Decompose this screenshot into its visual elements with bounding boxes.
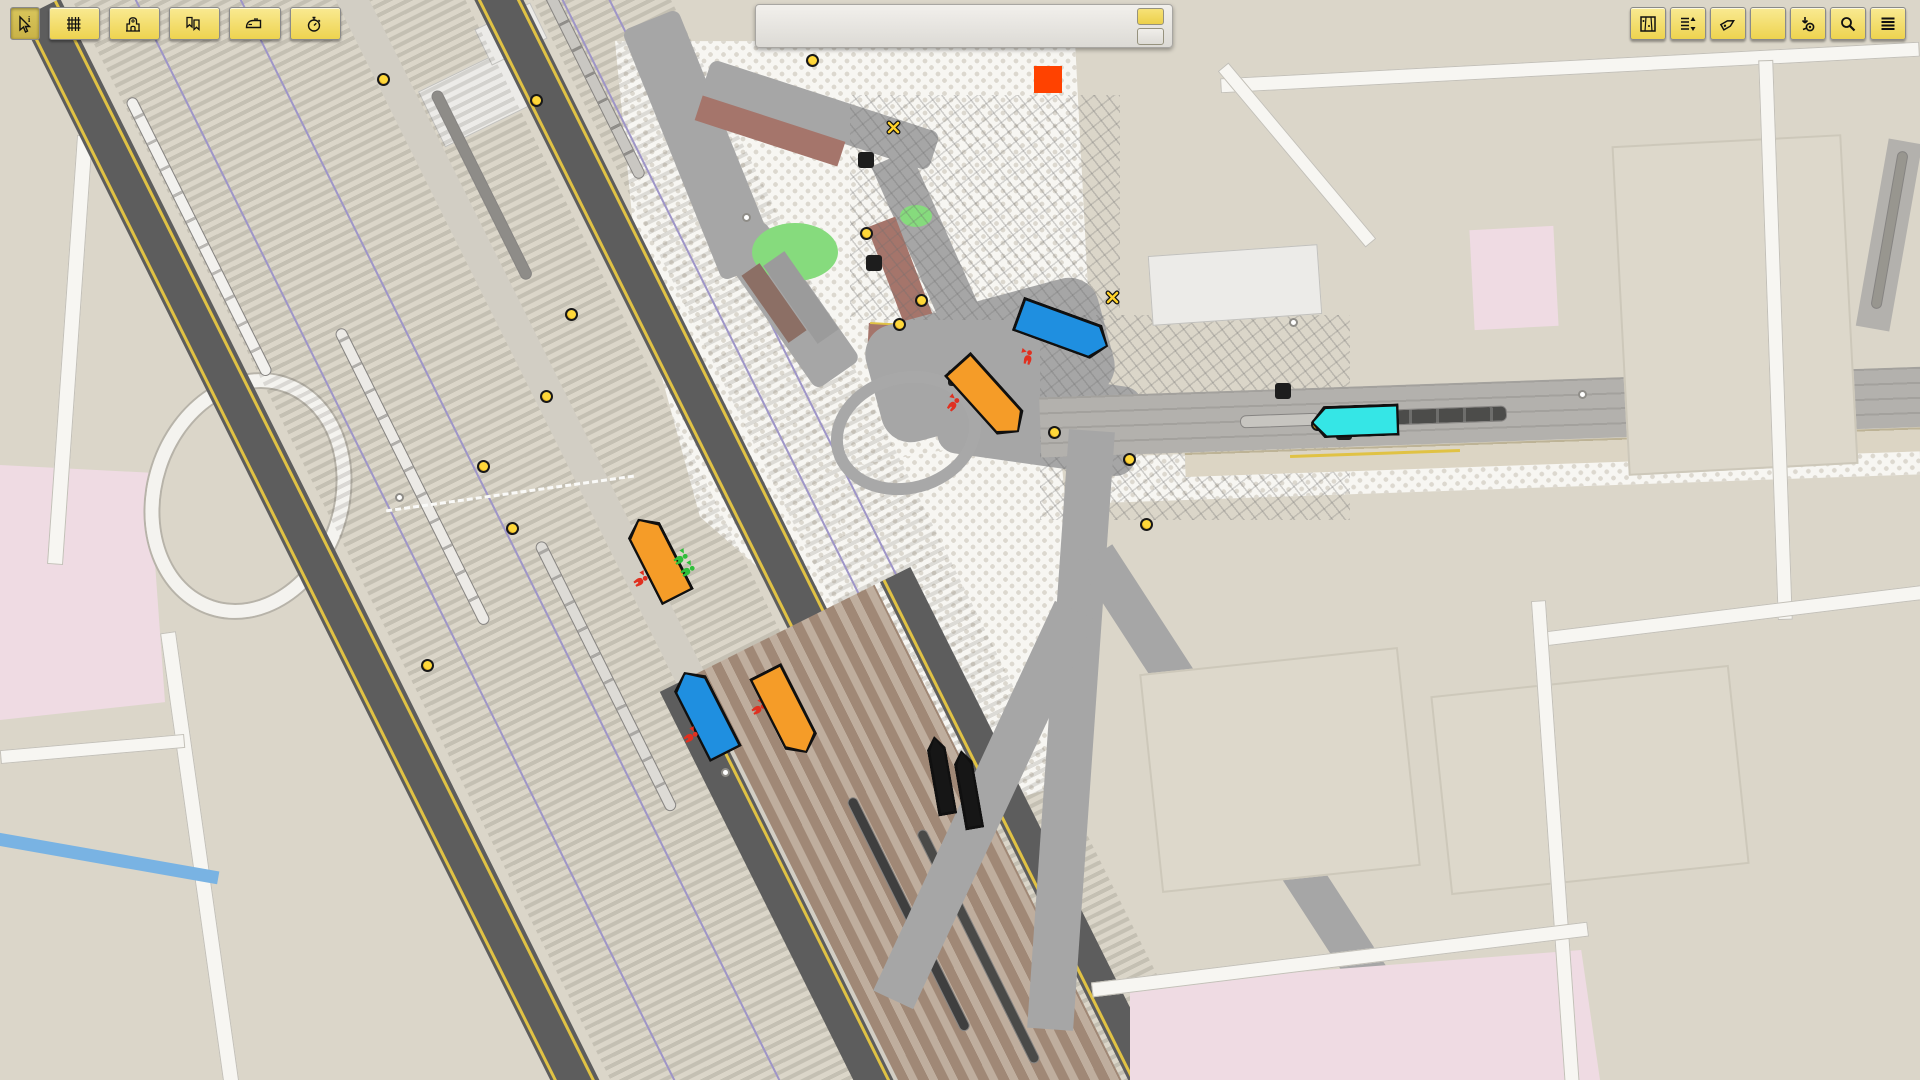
speed-up-button[interactable] bbox=[1137, 8, 1164, 25]
trains-icon bbox=[244, 15, 263, 33]
search-icon bbox=[1838, 14, 1858, 34]
schedules-button[interactable] bbox=[290, 7, 341, 40]
stations-icon bbox=[124, 15, 142, 33]
rail-crossing-icon[interactable] bbox=[886, 120, 901, 135]
road-segment bbox=[160, 631, 240, 1080]
line-order-icon bbox=[1678, 14, 1698, 34]
building bbox=[1148, 244, 1322, 326]
secondary-toolbar bbox=[1630, 7, 1906, 40]
svg-text:i: i bbox=[28, 15, 31, 24]
chevron-up-sign bbox=[858, 152, 874, 168]
road-segment bbox=[1541, 584, 1920, 646]
menu-icon bbox=[1878, 14, 1898, 34]
node-dot[interactable] bbox=[721, 768, 730, 777]
signal-icon[interactable] bbox=[1048, 426, 1061, 439]
pink-area-left bbox=[0, 465, 165, 720]
map-overlays-icon bbox=[1638, 14, 1658, 34]
tag-button[interactable] bbox=[1710, 7, 1746, 40]
lines-button[interactable] bbox=[169, 7, 220, 40]
tag-icon bbox=[1718, 14, 1738, 34]
stations-button[interactable] bbox=[109, 7, 160, 40]
node-dot[interactable] bbox=[742, 213, 751, 222]
signal-icon[interactable] bbox=[477, 460, 490, 473]
signal-icon[interactable] bbox=[915, 294, 928, 307]
city-block bbox=[1612, 134, 1859, 476]
chevron-up-sign bbox=[866, 255, 882, 271]
signal-icon[interactable] bbox=[506, 522, 519, 535]
line-order-button[interactable] bbox=[1670, 7, 1706, 40]
signal-icon[interactable] bbox=[377, 73, 390, 86]
speed-down-button[interactable] bbox=[1137, 28, 1164, 45]
chevron-right-sign bbox=[1275, 383, 1291, 399]
menu-button[interactable] bbox=[1870, 7, 1906, 40]
cursor-info-icon: i bbox=[16, 15, 34, 33]
signal-icon[interactable] bbox=[893, 318, 906, 331]
map-canvas[interactable] bbox=[0, 0, 1920, 1080]
steam-workshop-icon bbox=[1798, 14, 1818, 34]
road-segment bbox=[1218, 62, 1377, 247]
status-panel bbox=[755, 4, 1173, 48]
signal-icon[interactable] bbox=[421, 659, 434, 672]
rail-crossing-icon[interactable] bbox=[1105, 290, 1120, 305]
road-segment bbox=[1220, 42, 1920, 94]
alert-badge[interactable] bbox=[1034, 66, 1062, 93]
signal-icon[interactable] bbox=[1123, 453, 1136, 466]
search-button[interactable] bbox=[1830, 7, 1866, 40]
tracks-button[interactable] bbox=[49, 7, 100, 40]
node-dot[interactable] bbox=[1578, 390, 1587, 399]
node-dot[interactable] bbox=[395, 493, 404, 502]
tracks-icon bbox=[64, 15, 82, 33]
main-toolbar: i bbox=[10, 7, 341, 40]
train[interactable] bbox=[1240, 413, 1320, 429]
finances-button[interactable] bbox=[1750, 7, 1786, 40]
signal-icon[interactable] bbox=[1140, 518, 1153, 531]
node-dot[interactable] bbox=[1289, 318, 1298, 327]
signal-icon[interactable] bbox=[530, 94, 543, 107]
app-window: i bbox=[0, 0, 1920, 1080]
schedules-icon bbox=[305, 15, 323, 33]
lines-icon bbox=[184, 15, 202, 33]
signal-icon[interactable] bbox=[860, 227, 873, 240]
signal-icon[interactable] bbox=[540, 390, 553, 403]
city-block bbox=[1139, 647, 1421, 893]
road-segment bbox=[0, 734, 185, 764]
signal-icon[interactable] bbox=[806, 54, 819, 67]
signal-icon[interactable] bbox=[565, 308, 578, 321]
pink-area-topright bbox=[1469, 226, 1558, 330]
trains-button[interactable] bbox=[229, 7, 281, 40]
speed-buttons bbox=[1137, 8, 1164, 45]
select-tool-button[interactable]: i bbox=[10, 7, 40, 40]
steam-workshop-button[interactable] bbox=[1790, 7, 1826, 40]
train-label[interactable] bbox=[1310, 403, 1399, 438]
city-block bbox=[1430, 665, 1749, 895]
river bbox=[0, 831, 219, 885]
map-overlays-button[interactable] bbox=[1630, 7, 1666, 40]
